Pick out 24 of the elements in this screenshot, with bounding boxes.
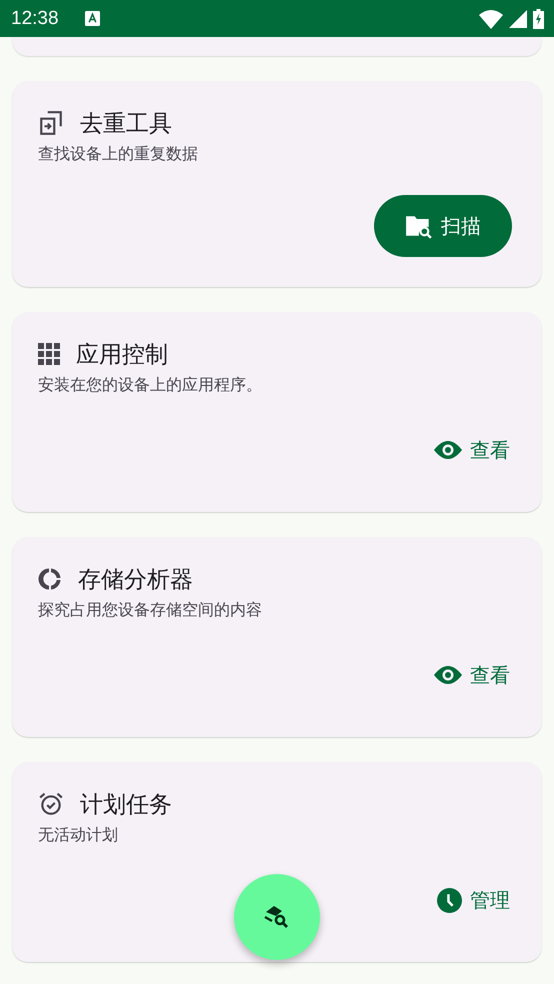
card-description: 安装在您的设备上的应用程序。 <box>38 375 263 396</box>
card-title: 应用控制 <box>76 340 168 370</box>
action-button[interactable]: 查看 <box>434 428 510 472</box>
card-description: 无活动计划 <box>38 825 119 846</box>
eye-icon <box>434 665 462 685</box>
action-button[interactable]: 管理 <box>437 878 510 922</box>
wifi-icon <box>479 8 503 28</box>
alarm-clock-icon <box>38 791 64 817</box>
action-button[interactable]: 查看 <box>434 653 510 697</box>
clock-icon <box>437 888 462 912</box>
battery-charging-icon <box>533 8 544 28</box>
card-title: 存储分析器 <box>78 566 193 594</box>
keyboard-notification-icon <box>84 11 100 26</box>
card-description: 探究占用您设备存储空间的内容 <box>38 600 263 621</box>
copy-icon <box>38 110 64 136</box>
signal-icon <box>509 10 527 28</box>
card-title: 去重工具 <box>80 110 172 138</box>
eye-icon <box>434 440 462 460</box>
status-time: 12:38 <box>11 8 59 30</box>
card-title: 计划任务 <box>80 790 172 820</box>
card-description: 查找设备上的重复数据 <box>38 144 199 165</box>
donut-icon <box>38 567 62 591</box>
scan-button[interactable]: 扫描 <box>374 195 512 257</box>
grid-icon <box>38 343 60 365</box>
